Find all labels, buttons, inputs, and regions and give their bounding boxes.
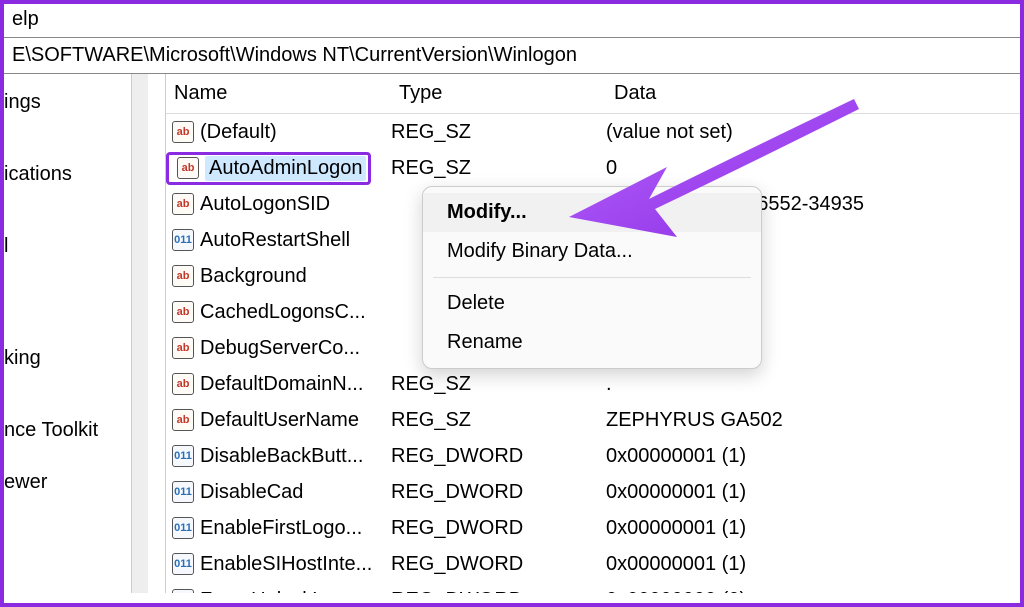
type-cell: REG_DWORD [391,589,606,594]
string-icon: ab [177,157,199,179]
name-cell: 011 EnableFirstLogo... [166,517,391,540]
type-cell: REG_DWORD [391,517,606,540]
type-cell: REG_DWORD [391,553,606,576]
row-name-label: (Default) [200,121,277,144]
dword-icon: 011 [172,481,194,503]
string-icon: ab [172,193,194,215]
col-header-data[interactable]: Data [606,74,1020,113]
row-name-label: Background [200,265,307,288]
string-icon: ab [172,373,194,395]
name-cell: ab DefaultDomainN... [166,373,391,396]
row-name-label: DisableBackButt... [200,445,363,468]
dword-icon: 011 [172,229,194,251]
row-name-label: AutoRestartShell [200,229,350,252]
table-row[interactable]: 011 DisableCad REG_DWORD0x00000001 (1) [166,474,1020,510]
tree-item[interactable]: king [4,336,131,380]
type-cell: REG_SZ [391,409,606,432]
menu-help[interactable]: elp [12,8,39,30]
context-menu: Modify... Modify Binary Data... Delete R… [422,186,762,369]
row-name-label: AutoAdminLogon [205,156,366,181]
data-cell: 0x00000001 (1) [606,553,1020,576]
ctx-rename[interactable]: Rename [423,323,761,362]
table-row[interactable]: ab DefaultUserName REG_SZZEPHYRUS GA502 [166,402,1020,438]
table-row[interactable]: ab DefaultDomainN... REG_SZ. [166,366,1020,402]
tree-item[interactable] [4,204,131,216]
tree-item[interactable] [4,316,131,328]
data-cell: 0x00000001 (1) [606,445,1020,468]
table-row[interactable]: ab (Default) REG_SZ(value not set) [166,114,1020,150]
dword-icon: 011 [172,517,194,539]
ctx-modify[interactable]: Modify... [423,193,761,232]
col-header-name[interactable]: Name [166,74,391,113]
table-row[interactable]: 011 EnableFirstLogo... REG_DWORD0x00000001… [166,510,1020,546]
string-icon: ab [172,337,194,359]
name-cell: 011 DisableBackButt... [166,445,391,468]
row-name-label: DebugServerCo... [200,337,360,360]
name-cell: 011 DisableCad [166,481,391,504]
data-cell: 0x00000001 (1) [606,517,1020,540]
row-name-label: DefaultDomainN... [200,373,363,396]
data-cell: 0x00000001 (1) [606,481,1020,504]
row-name-label: DisableCad [200,481,303,504]
row-name-label: CachedLogonsC... [200,301,366,324]
name-cell: 011 AutoRestartShell [166,229,391,252]
spacer [148,74,166,593]
tree-item[interactable] [4,388,131,400]
data-cell: (value not set) [606,121,1020,144]
ctx-delete[interactable]: Delete [423,284,761,323]
type-cell: REG_DWORD [391,481,606,504]
tree-item[interactable] [4,296,131,308]
dword-icon: 011 [172,445,194,467]
menu-bar: elp [4,4,1020,37]
dword-icon: 011 [172,553,194,575]
list-header: Name Type Data [166,74,1020,114]
string-icon: ab [172,301,194,323]
type-cell: REG_DWORD [391,445,606,468]
data-cell: . [606,373,1020,396]
row-name-label: DefaultUserName [200,409,359,432]
row-name-label: AutoLogonSID [200,193,330,216]
type-cell: REG_SZ [391,373,606,396]
type-cell: REG_SZ [391,157,606,180]
name-cell: ab AutoAdminLogon [166,152,391,185]
dword-icon: 011 [172,589,194,593]
address-bar[interactable]: E\SOFTWARE\Microsoft\Windows NT\CurrentV… [4,37,1020,74]
tree-item[interactable]: l [4,224,131,268]
tree-item[interactable]: ewer [4,460,131,504]
tree-panel[interactable]: ings ications l king nce Toolkit ewer [4,74,132,593]
name-cell: ab DefaultUserName [166,409,391,432]
name-cell: 011 EnableSIHostInte... [166,553,391,576]
data-cell: ZEPHYRUS GA502 [606,409,1020,432]
name-cell: ab Background [166,265,391,288]
name-cell: ab AutoLogonSID [166,193,391,216]
name-cell: ab (Default) [166,121,391,144]
tree-item[interactable]: ings [4,80,131,124]
col-header-type[interactable]: Type [391,74,606,113]
row-name-label: EnableSIHostInte... [200,553,372,576]
table-row[interactable]: ab AutoAdminLogon REG_SZ0 [166,150,1020,186]
name-cell: 011 ForceUnlockLog [166,589,391,594]
string-icon: ab [172,121,194,143]
type-cell: REG_SZ [391,121,606,144]
string-icon: ab [172,409,194,431]
data-cell: 0x00000000 (0) [606,589,1020,594]
tree-scrollbar[interactable] [132,74,148,593]
name-cell: ab CachedLogonsC... [166,301,391,324]
row-name-label: ForceUnlockLog [200,589,346,594]
data-cell: 0 [606,157,1020,180]
tree-item[interactable] [4,132,131,144]
row-name-label: EnableFirstLogo... [200,517,362,540]
table-row[interactable]: 011 ForceUnlockLog REG_DWORD0x00000000 (0) [166,582,1020,593]
table-row[interactable]: 011 EnableSIHostInte... REG_DWORD0x0000000… [166,546,1020,582]
tree-item[interactable]: nce Toolkit [4,408,131,452]
tree-item[interactable] [4,276,131,288]
tree-item[interactable]: ications [4,152,131,196]
name-cell: ab DebugServerCo... [166,337,391,360]
ctx-separator [433,277,751,278]
string-icon: ab [172,265,194,287]
ctx-modify-binary[interactable]: Modify Binary Data... [423,232,761,271]
table-row[interactable]: 011 DisableBackButt... REG_DWORD0x00000001… [166,438,1020,474]
